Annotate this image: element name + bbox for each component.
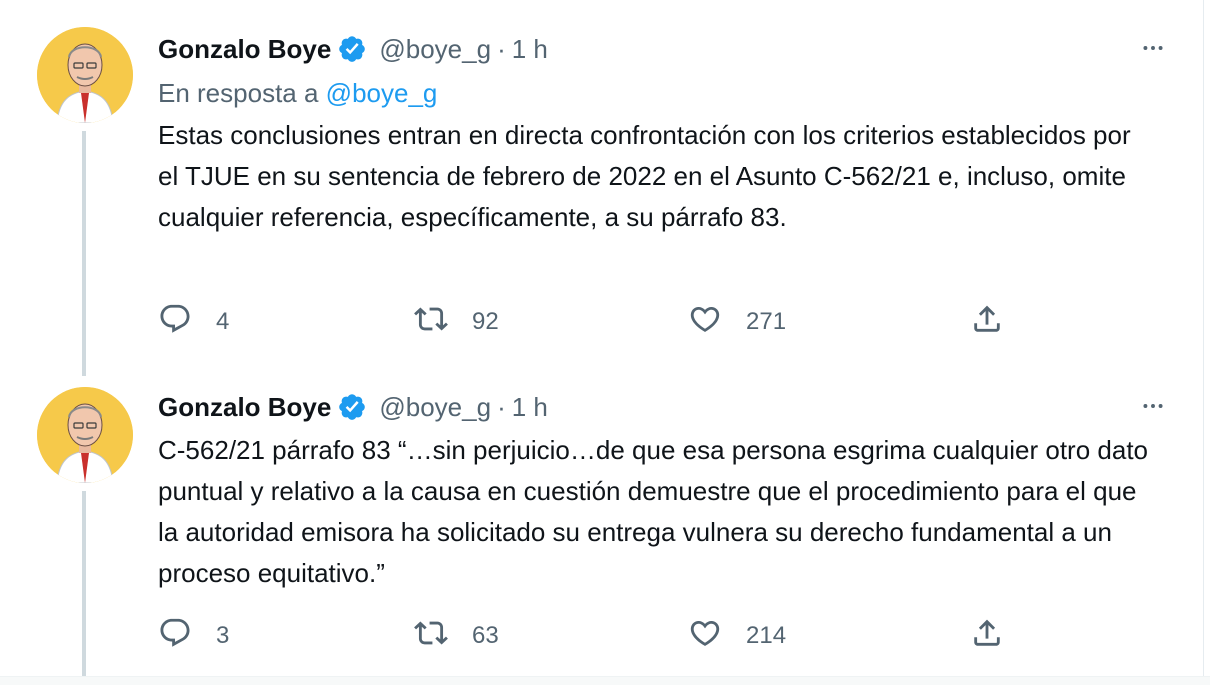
timestamp[interactable]: 1 h bbox=[512, 392, 548, 423]
thread-connector bbox=[82, 491, 86, 676]
verified-badge-icon bbox=[337, 34, 367, 64]
avatar[interactable] bbox=[37, 387, 133, 483]
share-button[interactable] bbox=[970, 302, 1004, 342]
retweet-icon bbox=[414, 616, 448, 657]
retweet-count: 63 bbox=[472, 622, 499, 649]
share-icon bbox=[970, 302, 1004, 343]
author-name[interactable]: Gonzalo Boye bbox=[158, 392, 331, 423]
tweet-actions: 3 63 214 bbox=[158, 616, 1018, 656]
share-icon bbox=[970, 616, 1004, 657]
separator: · bbox=[497, 33, 506, 64]
retweet-button[interactable]: 92 bbox=[414, 302, 499, 342]
author-name[interactable]: Gonzalo Boye bbox=[158, 34, 331, 65]
reply-context: En resposta a @boye_g bbox=[158, 78, 437, 109]
tweet[interactable]: Gonzalo Boye @boye_g · 1 h En resposta a… bbox=[0, 0, 1200, 376]
tweet-header: Gonzalo Boye @boye_g · 1 h bbox=[158, 31, 548, 67]
like-button[interactable]: 214 bbox=[688, 616, 786, 656]
reply-to-label: En resposta a bbox=[158, 78, 319, 108]
reply-count: 3 bbox=[216, 622, 230, 649]
share-button[interactable] bbox=[970, 616, 1004, 656]
reply-button[interactable]: 4 bbox=[158, 302, 229, 342]
timestamp[interactable]: 1 h bbox=[512, 34, 548, 65]
author-handle[interactable]: @boye_g bbox=[379, 392, 491, 423]
tweet-actions: 4 92 271 bbox=[158, 302, 1018, 342]
tweet-header: Gonzalo Boye @boye_g · 1 h bbox=[158, 389, 548, 425]
more-icon[interactable] bbox=[1138, 33, 1168, 63]
reply-to-mention[interactable]: @boye_g bbox=[326, 78, 438, 108]
retweet-count: 92 bbox=[472, 308, 499, 335]
author-handle[interactable]: @boye_g bbox=[379, 34, 491, 65]
thread-connector bbox=[82, 131, 86, 376]
reply-icon bbox=[158, 616, 192, 657]
reply-count: 4 bbox=[216, 308, 230, 335]
like-icon bbox=[688, 302, 722, 343]
like-icon bbox=[688, 616, 722, 657]
tweet-text: Estas conclusiones entran en directa con… bbox=[158, 120, 1131, 232]
reply-button[interactable]: 3 bbox=[158, 616, 229, 656]
like-button[interactable]: 271 bbox=[688, 302, 786, 342]
retweet-button[interactable]: 63 bbox=[414, 616, 499, 656]
timeline-border bbox=[1203, 0, 1204, 684]
tweet[interactable]: Gonzalo Boye @boye_g · 1 h C-562/21 párr… bbox=[0, 376, 1200, 676]
retweet-icon bbox=[414, 302, 448, 343]
like-count: 271 bbox=[746, 308, 787, 335]
more-icon[interactable] bbox=[1138, 391, 1168, 421]
like-count: 214 bbox=[746, 622, 787, 649]
tweet-text: C-562/21 párrafo 83 “…sin perjuicio…de q… bbox=[158, 435, 1149, 588]
verified-badge-icon bbox=[337, 392, 367, 422]
avatar[interactable] bbox=[37, 27, 133, 123]
separator: · bbox=[497, 391, 506, 422]
reply-icon bbox=[158, 302, 192, 343]
